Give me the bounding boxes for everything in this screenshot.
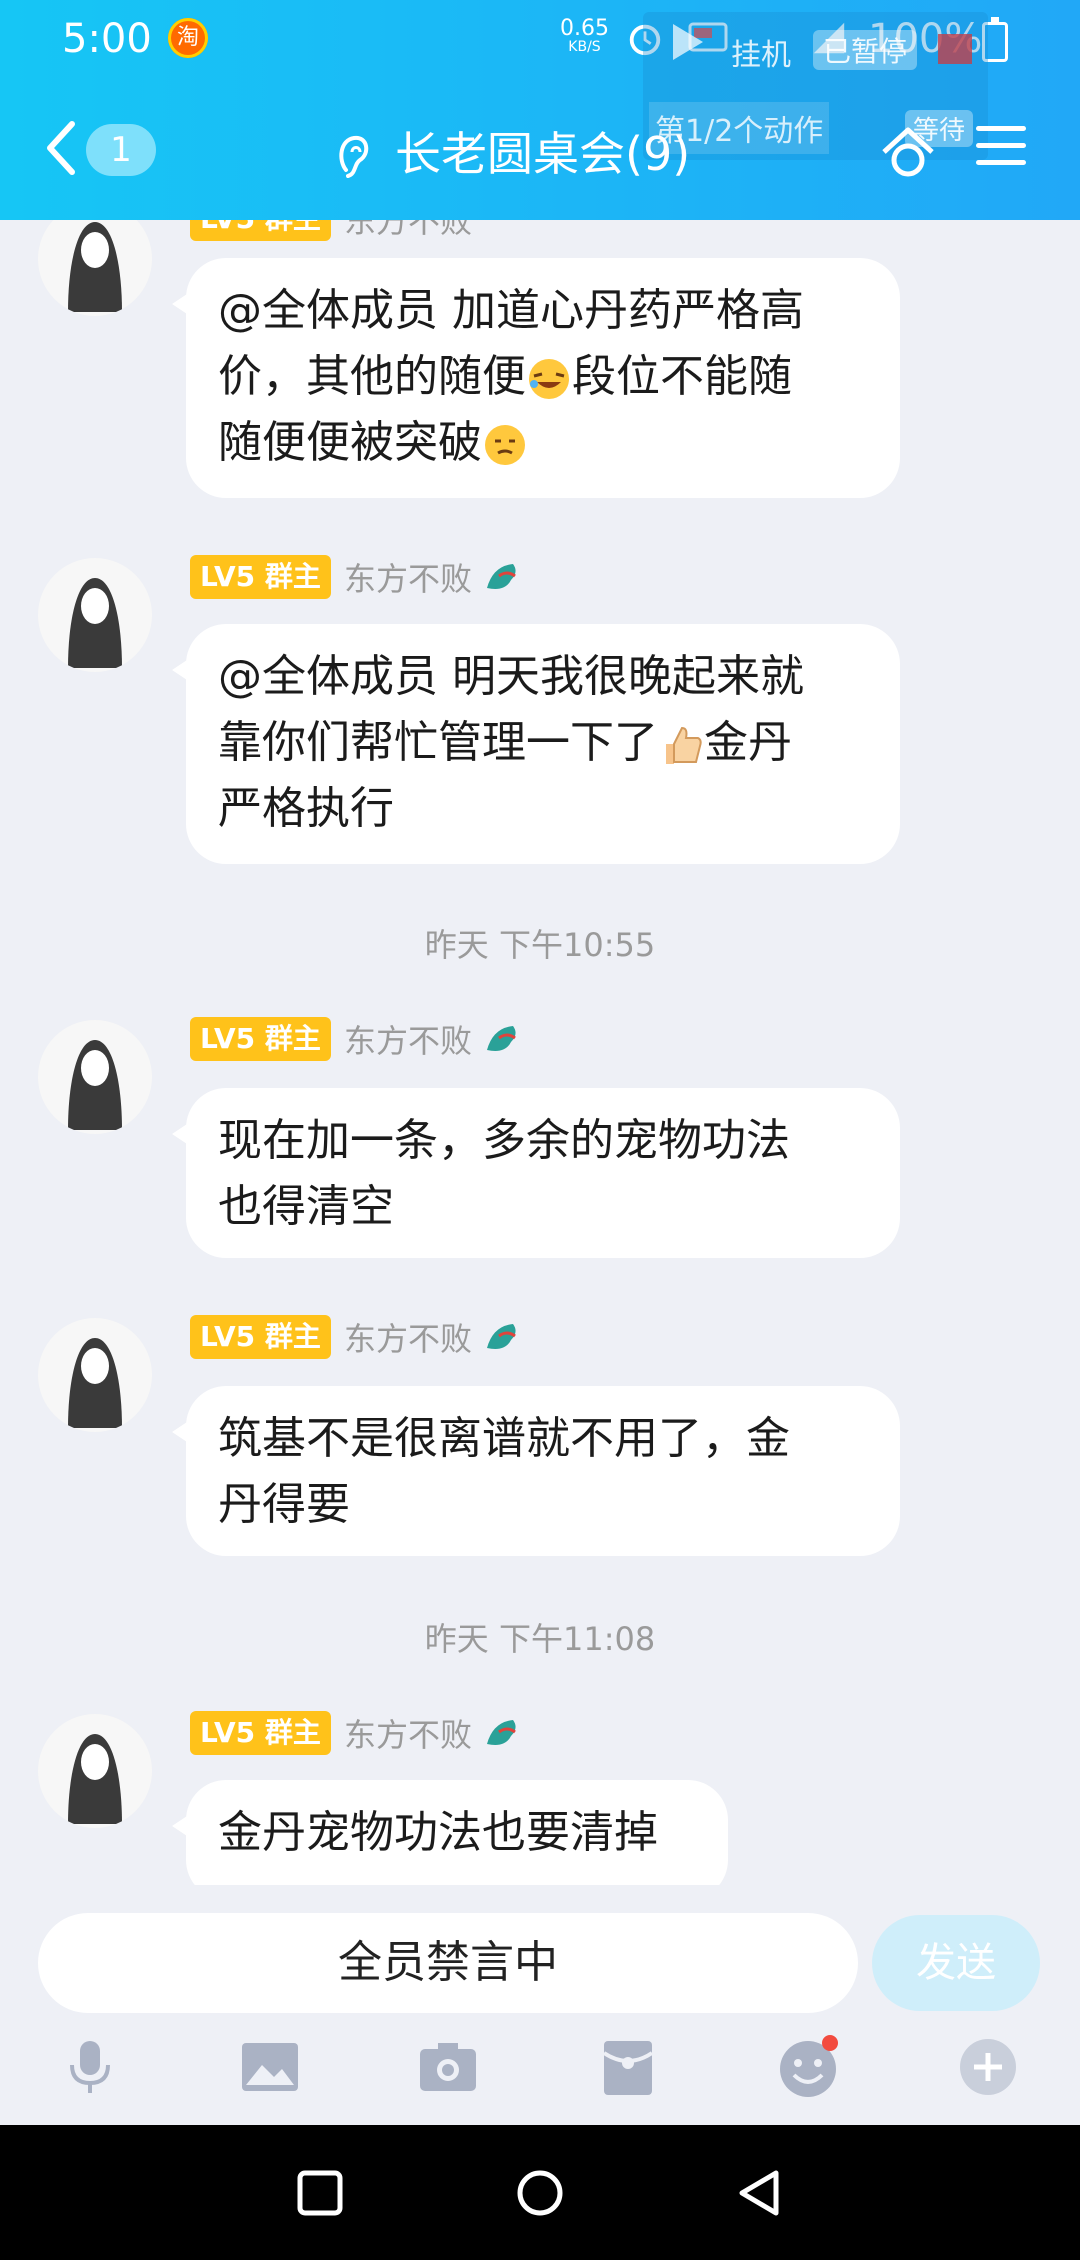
sender-name[interactable]: 东方不败 [344, 1314, 472, 1360]
message-bubble[interactable]: 筑基不是很离谱就不用了，金 丹得要 [172, 1386, 900, 1556]
avatar[interactable] [38, 1318, 152, 1432]
play-icon[interactable] [673, 24, 703, 60]
message-text-part: 段位不能随 [572, 351, 792, 402]
message-text: 筑基不是很离谱就不用了，金 [218, 1413, 790, 1464]
message-text: 现在加一条，多余的宠物功法 [218, 1115, 790, 1166]
message-text-part: 价，其他的随便 [218, 351, 526, 402]
back-icon[interactable] [42, 118, 82, 178]
sender-name[interactable]: 东方不败 [344, 220, 472, 242]
red-packet-icon[interactable] [596, 2035, 660, 2099]
message-text: 也得清空 [218, 1181, 394, 1232]
avatar[interactable] [38, 1020, 152, 1134]
dragon-title-icon [487, 1324, 516, 1349]
message-bubble[interactable]: 现在加一条，多余的宠物功法 也得清空 [172, 1088, 900, 1258]
sender-meta: LV5 群主 东方不败 [190, 1016, 523, 1062]
camera-icon[interactable] [416, 2035, 480, 2099]
listen-together-icon[interactable] [876, 118, 940, 182]
laugh-cry-emoji-icon [529, 359, 569, 399]
timestamp: 昨天 下午10:55 [424, 926, 656, 964]
overlay-title: 挂机 [731, 38, 791, 73]
message-text: 靠你们帮忙管理一下了 金丹 [218, 710, 868, 776]
thumbs-up-emoji-icon [666, 726, 702, 764]
sender-meta: LV5 群主 东方不败 [190, 1710, 523, 1756]
stop-icon[interactable] [938, 34, 972, 64]
taobao-icon: 淘 [168, 18, 208, 58]
message-text: 金丹宠物功法也要清掉 [218, 1807, 658, 1858]
level-badge: LV5 群主 [190, 1017, 331, 1061]
message-list[interactable]: LV5 群主 东方不败 @全体成员 加道心丹药严格高 价，其他的随便段位不能随 … [0, 220, 1080, 1885]
status-time: 5:00 [62, 16, 152, 62]
input-area: 全员禁言中 发送 [0, 1885, 1080, 2125]
sender-meta: LV5 群主 东方不败 [190, 554, 523, 600]
level-badge: LV5 群主 [190, 220, 331, 241]
home-icon[interactable] [516, 2169, 564, 2217]
sender-meta: LV5 群主 东方不败 [190, 220, 472, 242]
message-text: 严格执行 [218, 783, 394, 834]
avatar[interactable] [38, 558, 152, 672]
message-text-part: 金丹 [704, 717, 792, 768]
chat-header: 5:00 淘 0.65 KB/S 100% 挂机 已暂停 第1/2个动作 等待 … [0, 0, 1080, 220]
message-text: 随便便被突破 [218, 410, 868, 476]
message-text: 丹得要 [218, 1479, 350, 1530]
message-text: @全体成员 加道心丹药严格高 [218, 285, 804, 336]
message-text: 价，其他的随便 段位不能随 [218, 344, 868, 410]
level-badge: LV5 群主 [190, 1315, 331, 1359]
message-text-part: 随便便被突破 [218, 417, 482, 468]
avatar[interactable] [38, 1714, 152, 1828]
back-nav-icon[interactable] [736, 2169, 784, 2217]
microphone-icon[interactable] [58, 2035, 122, 2099]
sender-name[interactable]: 东方不败 [344, 1710, 472, 1756]
send-button[interactable]: 发送 [872, 1915, 1040, 2011]
sender-name[interactable]: 东方不败 [344, 554, 472, 600]
timestamp: 昨天 下午11:08 [424, 1620, 656, 1658]
dragon-title-icon [487, 1720, 516, 1745]
chat-title: 长老圆桌会(9) [395, 127, 691, 181]
net-speed: 0.65 KB/S [560, 16, 609, 56]
message-bubble[interactable]: @全体成员 明天我很晚起来就 靠你们帮忙管理一下了 金丹 严格执行 [172, 624, 900, 864]
recents-icon[interactable] [296, 2169, 344, 2217]
level-badge: LV5 群主 [190, 1711, 331, 1755]
net-speed-value: 0.65 [560, 16, 609, 41]
message-text-part: 靠你们帮忙管理一下了 [218, 717, 658, 768]
sender-name[interactable]: 东方不败 [344, 1016, 472, 1062]
smug-emoji-icon [485, 425, 525, 465]
muted-input-field[interactable]: 全员禁言中 [38, 1913, 858, 2013]
level-badge: LV5 群主 [190, 555, 331, 599]
plus-icon[interactable] [956, 2035, 1020, 2099]
emoji-icon[interactable] [776, 2035, 840, 2099]
image-icon[interactable] [238, 2035, 302, 2099]
dragon-title-icon [487, 1026, 516, 1051]
message-bubble[interactable]: @全体成员 加道心丹药严格高 价，其他的随便 段位不能随 随便便被突破 [172, 258, 900, 498]
menu-icon[interactable] [976, 126, 1026, 170]
ear-icon [339, 135, 369, 178]
message-bubble[interactable]: 金丹宠物功法也要清掉 [172, 1780, 728, 1885]
avatar[interactable] [38, 220, 152, 316]
system-nav-bar [0, 2125, 1080, 2260]
sender-meta: LV5 群主 东方不败 [190, 1314, 523, 1360]
message-text: @全体成员 明天我很晚起来就 [218, 651, 804, 702]
dragon-title-icon [487, 564, 516, 589]
unread-count-badge[interactable]: 1 [86, 124, 156, 176]
overlay-paused-badge: 已暂停 [813, 30, 918, 70]
